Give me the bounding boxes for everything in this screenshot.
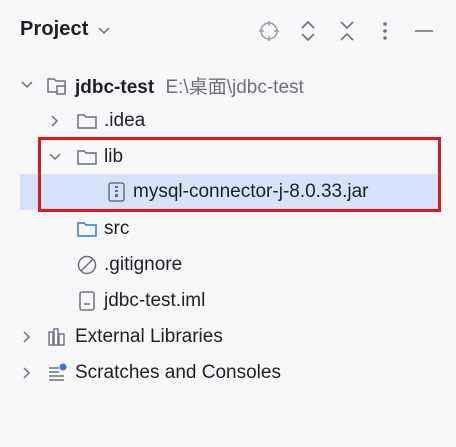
file-icon [79, 291, 95, 311]
module-folder-icon [47, 78, 66, 95]
source-folder-icon [77, 222, 97, 237]
annotation-highlight-box [38, 137, 441, 212]
tree-row-root[interactable]: jdbc-test E:\桌面\jdbc-test [0, 67, 456, 103]
tree-row-scratches[interactable]: Scratches and Consoles [0, 355, 456, 391]
chevron-right-icon[interactable] [48, 114, 62, 128]
library-icon [48, 328, 65, 346]
options-menu-button[interactable] [372, 18, 398, 44]
tree-row-gitignore[interactable]: .gitignore [0, 247, 456, 283]
project-name: jdbc-test [75, 76, 155, 98]
more-vertical-icon [383, 22, 387, 40]
select-opened-file-button[interactable] [256, 18, 282, 44]
crosshair-icon [259, 21, 279, 41]
tree-row-external-libraries[interactable]: External Libraries [0, 319, 456, 355]
panel-title-dropdown[interactable]: Project [20, 18, 111, 41]
tree-row-src[interactable]: src [0, 211, 456, 247]
tree-row-iml[interactable]: jdbc-test.iml [0, 283, 456, 319]
chevron-right-icon[interactable] [20, 366, 34, 380]
tree-item-label: .gitignore [104, 254, 183, 275]
panel-header: Project [0, 0, 456, 62]
tree-row-idea[interactable]: .idea [0, 103, 456, 139]
scratches-icon [49, 363, 67, 381]
tree-item-label: External Libraries [75, 326, 223, 347]
folder-icon [77, 114, 97, 129]
expand-all-icon [301, 20, 315, 42]
minimize-icon [415, 30, 433, 32]
collapse-all-icon [340, 21, 354, 41]
tree-item-label: jdbc-test.iml [104, 290, 206, 311]
chevron-down-icon[interactable] [20, 78, 34, 92]
tree-item-label: src [104, 218, 130, 239]
panel-title: Project [20, 18, 89, 40]
ignored-file-icon [77, 255, 97, 275]
chevron-down-icon [97, 26, 110, 34]
collapse-all-button[interactable] [334, 18, 360, 44]
tree-item-label: Scratches and Consoles [75, 362, 281, 383]
chevron-right-icon[interactable] [20, 330, 34, 344]
expand-all-button[interactable] [295, 18, 321, 44]
tree-item-label: .idea [104, 110, 146, 131]
project-path: E:\桌面\jdbc-test [165, 76, 304, 98]
hide-panel-button[interactable] [411, 18, 437, 44]
